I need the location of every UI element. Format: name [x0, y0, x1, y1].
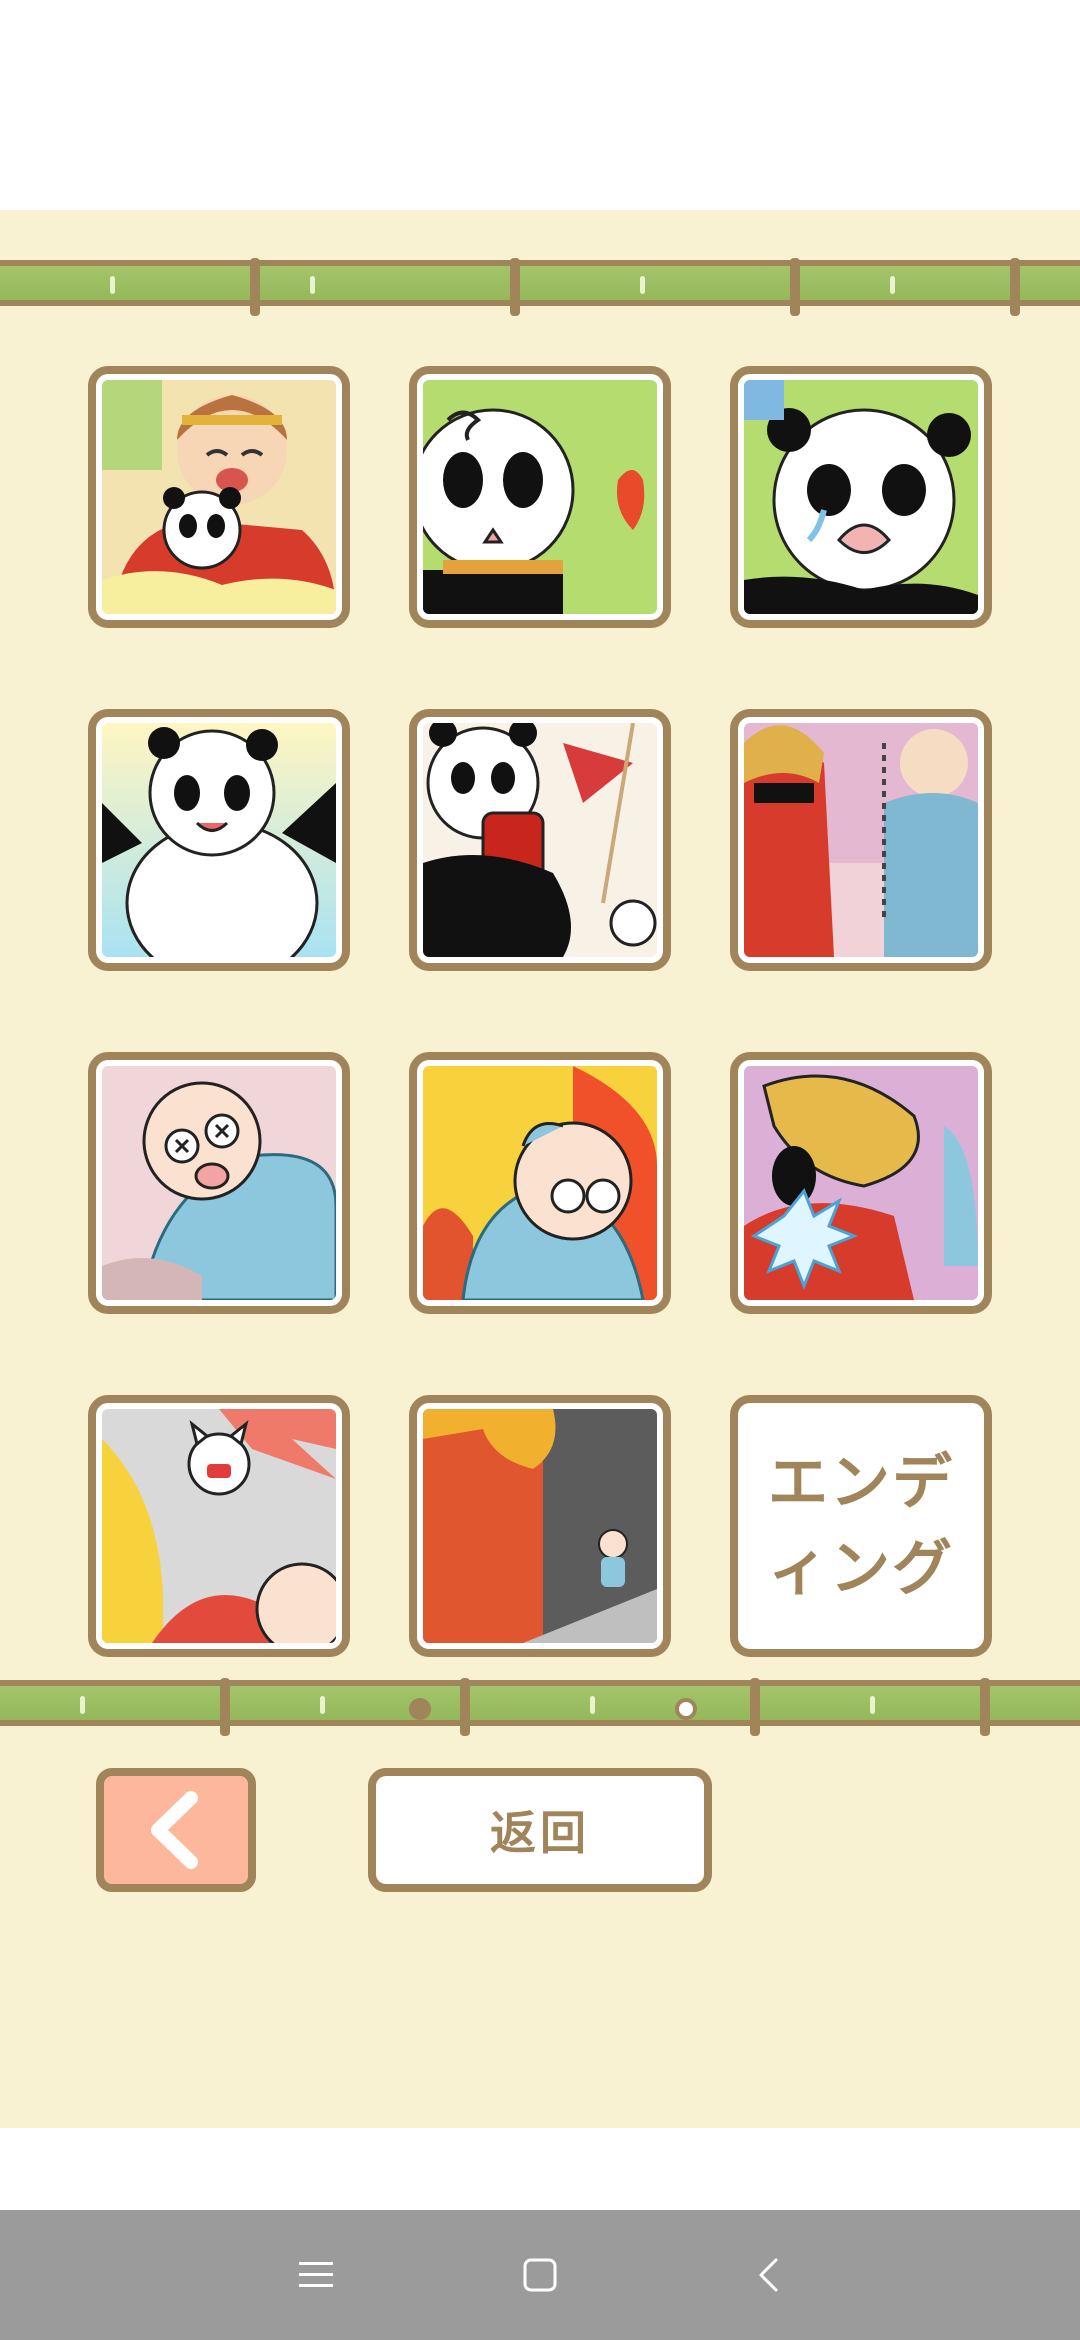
back-button-label: 返回: [490, 1806, 590, 1860]
ending-label: エンデ ィング: [768, 1448, 954, 1604]
bottom-spacer: [0, 2128, 1080, 2210]
memory-tile-11[interactable]: [409, 1395, 671, 1657]
memory-tile-3[interactable]: [730, 366, 992, 628]
page-indicator-2: [675, 1698, 697, 1720]
home-square-icon: [523, 2258, 557, 2292]
chevron-left-icon: [151, 1791, 198, 1869]
menu-icon: [299, 2262, 333, 2287]
memory-tile-10[interactable]: [88, 1395, 350, 1657]
memory-tile-6[interactable]: [730, 709, 992, 971]
bamboo-rail-top: [0, 258, 1080, 316]
memory-tile-1[interactable]: [88, 366, 350, 628]
bamboo-rail-bottom: [0, 1678, 1080, 1736]
memory-tile-4[interactable]: [88, 709, 350, 971]
memory-tile-2[interactable]: [409, 366, 671, 628]
memory-tile-9[interactable]: [730, 1052, 992, 1314]
home-nav-button[interactable]: [480, 2210, 600, 2340]
back-nav-button[interactable]: [708, 2210, 828, 2340]
back-arrow-icon: [759, 2258, 778, 2292]
menu-nav-button[interactable]: [256, 2210, 376, 2340]
memory-tile-5[interactable]: [409, 709, 671, 971]
status-area: [0, 0, 1080, 210]
ending-tile[interactable]: エンデ ィング: [730, 1395, 992, 1657]
memory-tile-8[interactable]: [409, 1052, 671, 1314]
page-indicator-1: [409, 1698, 431, 1720]
back-button[interactable]: 返回: [368, 1768, 712, 1892]
previous-page-button[interactable]: [96, 1768, 256, 1892]
system-nav-bar: [0, 2210, 1080, 2340]
memory-tile-7[interactable]: [88, 1052, 350, 1314]
